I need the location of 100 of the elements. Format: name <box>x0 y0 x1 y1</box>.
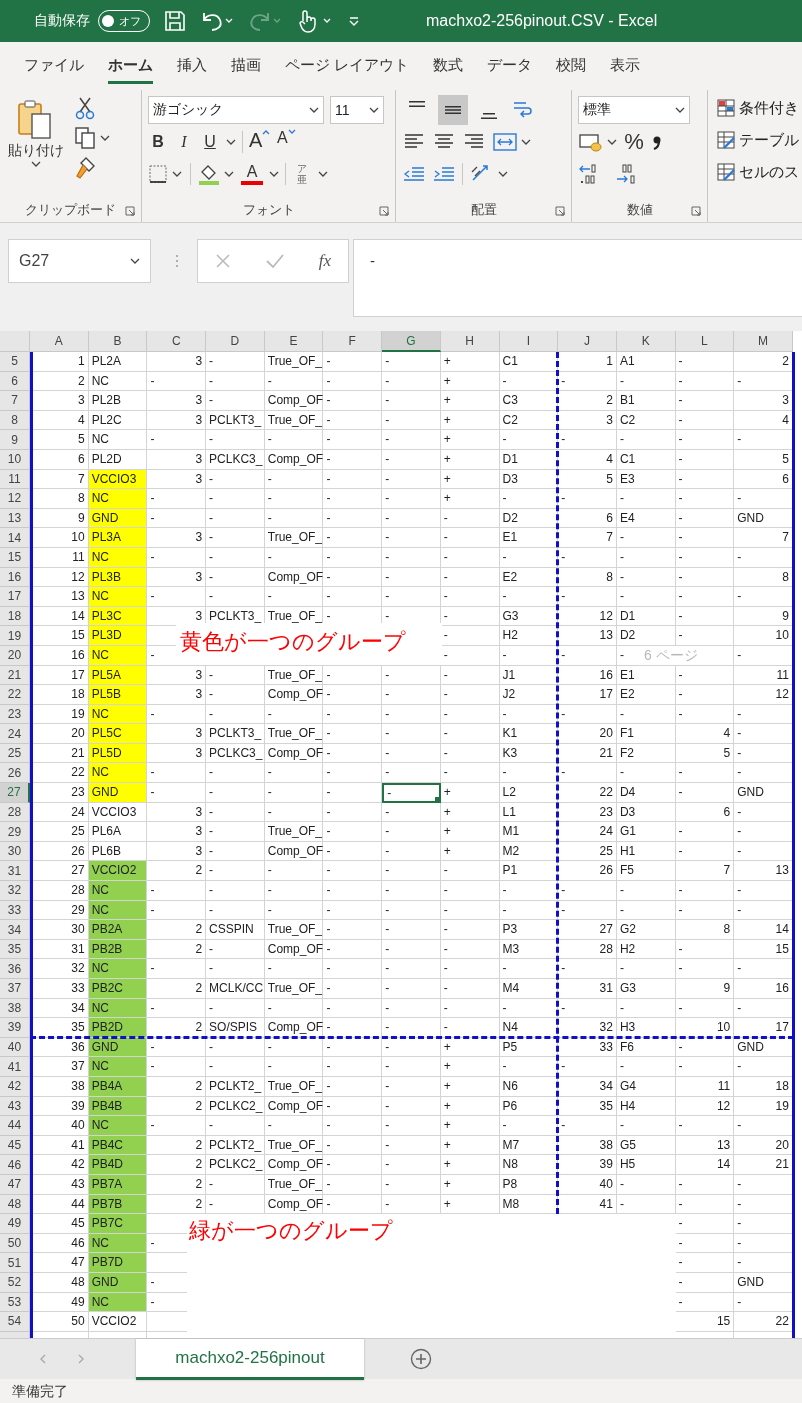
ribbon-tab[interactable]: データ <box>487 48 533 84</box>
row-header[interactable]: 12 <box>0 489 30 509</box>
row-header[interactable]: 8 <box>0 410 30 431</box>
row-header[interactable]: 39 <box>0 1018 30 1038</box>
ribbon-tab[interactable]: 挿入 <box>177 48 207 84</box>
caret-icon[interactable] <box>269 170 279 178</box>
column-header[interactable]: C <box>147 331 207 352</box>
merge-cells-icon[interactable] <box>492 131 532 153</box>
copy-icon[interactable] <box>74 126 112 150</box>
column-header[interactable]: F <box>323 331 383 352</box>
font-size-dropdown[interactable]: 11 <box>330 96 384 124</box>
ribbon-tab[interactable]: ページ レイアウト <box>285 48 410 84</box>
dialog-launcher-icon[interactable] <box>555 206 565 216</box>
column-header[interactable]: I <box>499 331 559 352</box>
dialog-launcher-icon[interactable] <box>125 206 135 216</box>
row-header[interactable]: 7 <box>0 391 30 411</box>
row-header[interactable]: 18 <box>0 606 30 627</box>
dialog-launcher-icon[interactable] <box>691 206 701 216</box>
row-header[interactable]: 34 <box>0 920 30 940</box>
row-header[interactable]: 38 <box>0 998 30 1019</box>
row-header[interactable]: 10 <box>0 449 30 470</box>
font-color-button[interactable]: A <box>241 163 263 185</box>
shrink-font-button[interactable]: A <box>276 129 297 155</box>
row-header[interactable]: 51 <box>0 1253 30 1273</box>
add-sheet-icon[interactable] <box>410 1348 432 1370</box>
row-header[interactable]: 53 <box>0 1292 30 1313</box>
column-header[interactable]: B <box>88 331 148 352</box>
row-header[interactable]: 23 <box>0 704 30 725</box>
row-header[interactable]: 17 <box>0 587 30 607</box>
column-header[interactable]: G <box>382 331 441 352</box>
row-header[interactable]: 44 <box>0 1116 30 1136</box>
row-header[interactable]: 41 <box>0 1057 30 1077</box>
percent-button[interactable]: % <box>624 129 644 155</box>
row-header[interactable]: 48 <box>0 1194 30 1215</box>
column-header[interactable]: D <box>206 331 265 352</box>
row-header[interactable]: 30 <box>0 841 30 862</box>
formula-input[interactable]: - <box>353 239 802 317</box>
row-header[interactable]: 40 <box>0 1037 30 1058</box>
phonetic-button[interactable]: ア 亜 <box>292 161 312 187</box>
ribbon-tab[interactable]: ホーム <box>108 48 153 84</box>
row-header[interactable]: 25 <box>0 743 30 764</box>
underline-button[interactable]: U <box>200 129 220 155</box>
row-header[interactable]: 46 <box>0 1155 30 1175</box>
column-header[interactable]: J <box>558 331 617 352</box>
row-header[interactable]: 13 <box>0 508 30 529</box>
ribbon-tab[interactable]: 描画 <box>231 48 261 84</box>
row-header[interactable]: 50 <box>0 1233 30 1254</box>
row-header[interactable]: 52 <box>0 1272 30 1293</box>
grip-icon[interactable] <box>175 254 179 268</box>
row-header[interactable]: 42 <box>0 1076 30 1097</box>
row-header[interactable]: 37 <box>0 979 30 999</box>
row-header[interactable]: 19 <box>0 626 30 646</box>
row-header[interactable]: 29 <box>0 822 30 842</box>
row-header[interactable]: 47 <box>0 1174 30 1195</box>
row-header[interactable]: 31 <box>0 861 30 882</box>
column-header[interactable]: M <box>734 331 793 352</box>
customize-caret-icon[interactable] <box>348 15 360 27</box>
row-header[interactable]: 24 <box>0 724 30 744</box>
accounting-format-icon[interactable] <box>578 131 618 153</box>
caret-icon[interactable] <box>318 170 328 178</box>
number-format-dropdown[interactable]: 標準 <box>578 96 690 124</box>
ribbon-tab[interactable]: 数式 <box>433 48 464 84</box>
row-header[interactable]: 33 <box>0 900 30 921</box>
row-header[interactable]: 16 <box>0 567 30 588</box>
dialog-launcher-icon[interactable] <box>379 206 389 216</box>
ribbon-tab[interactable]: 校閲 <box>556 48 587 84</box>
row-header[interactable]: 15 <box>0 547 30 568</box>
row-header[interactable]: 22 <box>0 685 30 705</box>
row-header[interactable]: 28 <box>0 802 30 823</box>
align-middle-button[interactable] <box>438 95 468 125</box>
paste-button[interactable]: 貼り付け <box>6 94 66 180</box>
row-header[interactable]: 54 <box>0 1312 30 1332</box>
font-name-dropdown[interactable]: 游ゴシック <box>148 96 324 124</box>
italic-button[interactable]: I <box>174 129 194 155</box>
row-header[interactable]: 27 <box>0 783 30 803</box>
row-header[interactable]: 36 <box>0 959 30 979</box>
styles-button[interactable]: テーブル <box>716 126 799 154</box>
undo-icon[interactable] <box>200 10 234 32</box>
sheet-tab[interactable]: machxo2-256pinout <box>136 1338 364 1380</box>
styles-button[interactable]: セルのス <box>716 158 799 186</box>
column-header[interactable]: L <box>675 331 735 352</box>
row-header[interactable]: 49 <box>0 1214 30 1234</box>
selected-cell[interactable]: - <box>382 783 441 803</box>
insert-function-button[interactable]: fx <box>318 251 332 271</box>
save-icon[interactable] <box>164 10 186 32</box>
column-header[interactable]: K <box>616 331 676 352</box>
caret-icon[interactable] <box>226 138 236 146</box>
column-header[interactable]: H <box>440 331 500 352</box>
styles-button[interactable]: 条件付き <box>716 94 799 122</box>
row-header[interactable]: 26 <box>0 763 30 784</box>
column-header[interactable]: E <box>264 331 324 352</box>
ribbon-tab[interactable]: ファイル <box>24 48 84 84</box>
row-header[interactable]: 6 <box>0 371 30 392</box>
grow-font-button[interactable]: A <box>249 129 271 155</box>
row-header[interactable]: 11 <box>0 469 30 490</box>
column-header[interactable]: A <box>30 331 89 352</box>
borders-icon[interactable] <box>148 163 184 185</box>
row-header[interactable]: 35 <box>0 939 30 960</box>
row-header[interactable]: 14 <box>0 528 30 548</box>
row-header[interactable]: 9 <box>0 430 30 450</box>
